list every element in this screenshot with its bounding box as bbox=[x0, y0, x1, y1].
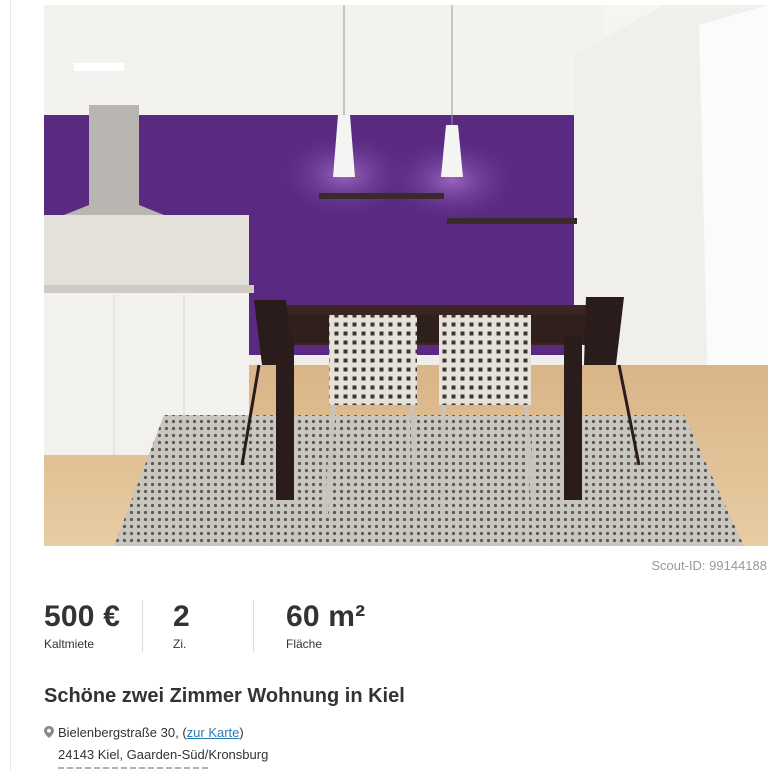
listing-photo[interactable] bbox=[44, 5, 768, 546]
address: Bielenbergstraße 30, (zur Karte) 24143 K… bbox=[44, 722, 268, 765]
address-city: 24143 Kiel, Gaarden-Süd/Kronsburg bbox=[58, 747, 269, 762]
rooms-value: 2 bbox=[173, 600, 190, 633]
rooms-label: Zi. bbox=[173, 637, 187, 651]
left-border bbox=[10, 0, 11, 770]
rent-label: Kaltmiete bbox=[44, 637, 95, 651]
map-marker-icon bbox=[44, 723, 54, 744]
fact-area: 60 m² Fläche bbox=[254, 600, 426, 656]
map-link-paren-close: ) bbox=[239, 725, 244, 740]
kitchen-dining-photo bbox=[44, 5, 768, 546]
fact-rent: 500 € Kaltmiete bbox=[44, 600, 142, 656]
area-value: 60 m² bbox=[286, 600, 366, 633]
address-line-1: Bielenbergstraße 30, (zur Karte) bbox=[44, 722, 268, 744]
street: Bielenbergstraße 30, bbox=[58, 725, 179, 740]
clipped-text-line bbox=[58, 765, 208, 770]
map-link[interactable]: zur Karte bbox=[187, 725, 240, 740]
rent-value: 500 € bbox=[44, 600, 121, 633]
key-facts: 500 € Kaltmiete 2 Zi. 60 m² Fläche bbox=[44, 600, 426, 656]
area-label: Fläche bbox=[286, 637, 323, 651]
listing-title: Schöne zwei Zimmer Wohnung in Kiel bbox=[44, 685, 405, 707]
scout-id: Scout-ID: 99144188 bbox=[651, 558, 767, 573]
fact-rooms: 2 Zi. bbox=[143, 600, 253, 656]
